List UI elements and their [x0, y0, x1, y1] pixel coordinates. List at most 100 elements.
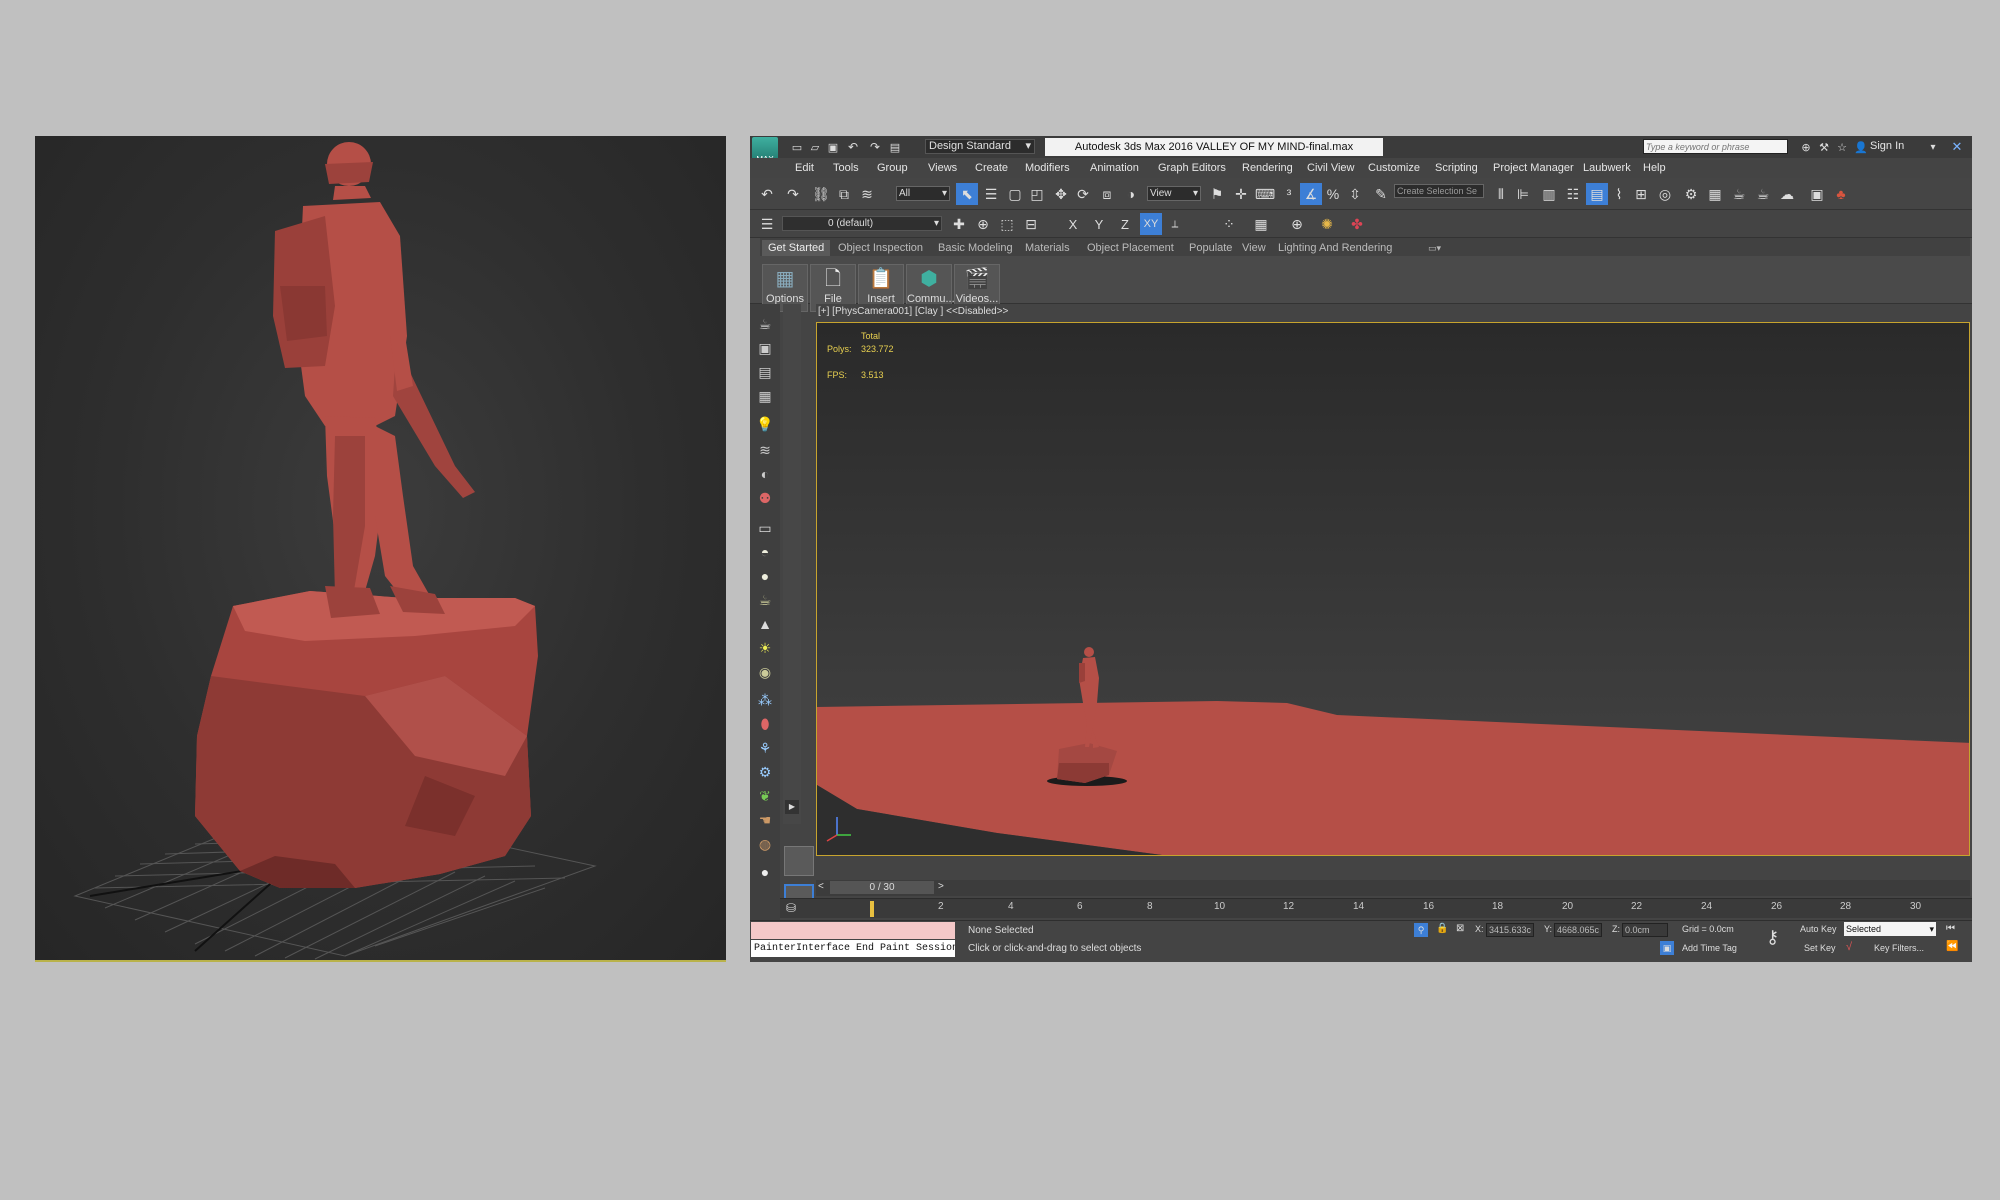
key-mode-dropdown[interactable]: Selected ▾	[1844, 922, 1936, 936]
gear-icon[interactable]: ⚙	[754, 762, 776, 782]
teapot-primitive-icon[interactable]: ☕	[754, 590, 776, 610]
angle-snap-icon[interactable]: ∡	[1300, 183, 1322, 205]
undo-icon[interactable]: ↶	[756, 183, 778, 205]
pivot-center-icon[interactable]: ⚑	[1206, 183, 1228, 205]
time-tag-icon[interactable]: ▣	[1660, 941, 1674, 955]
photo-icon[interactable]: ▣	[754, 338, 776, 358]
render-production-icon[interactable]: ☕	[1728, 183, 1750, 205]
create-layer-icon[interactable]: ✚	[948, 213, 970, 235]
keyboard-shortcut-icon[interactable]: ⌨	[1254, 183, 1276, 205]
grid-icon[interactable]: ▦	[1250, 213, 1272, 235]
key-icon[interactable]: ⚷	[1766, 927, 1779, 948]
menu-tools[interactable]: Tools	[833, 158, 859, 178]
layer-dropdown[interactable]: 0 (default) ▾	[782, 216, 942, 231]
y-coordinate-field[interactable]	[1554, 923, 1602, 937]
ribbon-options-icon[interactable]: ▭▾	[1428, 240, 1441, 256]
redo-icon[interactable]: ↷	[782, 183, 804, 205]
workspace-dropdown[interactable]: Design Standard ▾	[925, 139, 1035, 154]
menu-civil-view[interactable]: Civil View	[1307, 158, 1354, 178]
search-input[interactable]	[1643, 139, 1788, 154]
select-by-name-icon[interactable]: ☰	[980, 183, 1002, 205]
tab-object-placement[interactable]: Object Placement	[1087, 240, 1174, 256]
render-setup-icon[interactable]: ⚙	[1680, 183, 1702, 205]
film-icon[interactable]: ▦	[754, 386, 776, 406]
document-icon[interactable]: ▤	[754, 362, 776, 382]
menu-customize[interactable]: Customize	[1368, 158, 1420, 178]
plane-icon[interactable]: ▭	[754, 518, 776, 538]
add-to-layer-icon[interactable]: ⊕	[972, 213, 994, 235]
helmet-icon[interactable]: ◐	[754, 464, 776, 484]
time-marker[interactable]	[870, 901, 874, 917]
isolate-selection-icon[interactable]: ⚲	[1414, 923, 1428, 937]
spinner-snap-icon[interactable]: ⇳	[1344, 183, 1366, 205]
viewport-label[interactable]: [+] [PhysCamera001] [Clay ] <<Disabled>>	[816, 304, 1972, 320]
plant-icon[interactable]: ❦	[754, 786, 776, 806]
cone-icon[interactable]: ▲	[754, 614, 776, 634]
redo-icon[interactable]: ↷	[864, 136, 886, 158]
menu-laubwerk[interactable]: Laubwerk	[1583, 158, 1631, 178]
menu-views[interactable]: Views	[928, 158, 957, 178]
menu-help[interactable]: Help	[1643, 158, 1666, 178]
shell-icon[interactable]: ◍	[754, 834, 776, 854]
save-icon[interactable]: ▣	[822, 136, 844, 158]
particles-icon[interactable]: ⚉	[754, 488, 776, 508]
percent-snap-icon[interactable]: %	[1322, 183, 1344, 205]
dome-icon[interactable]: ◓	[754, 542, 776, 562]
key-tangent-icon[interactable]: √	[1846, 941, 1852, 953]
axis-z-button[interactable]: Z	[1114, 213, 1136, 235]
layer-manager-icon[interactable]: ☰	[756, 213, 778, 235]
snaps-grid-icon[interactable]: ⁘	[1218, 213, 1240, 235]
curve-editor-icon[interactable]: ⌇	[1608, 183, 1630, 205]
layer-explorer-icon[interactable]: ☷	[1562, 183, 1584, 205]
window-crossing-icon[interactable]: ◰	[1026, 183, 1048, 205]
time-slider-thumb[interactable]: 0 / 30	[830, 881, 934, 894]
menu-rendering[interactable]: Rendering	[1242, 158, 1293, 178]
time-slider[interactable]: < 0 / 30 >	[816, 880, 1970, 896]
mini-curve-editor-icon[interactable]: ⛁	[786, 901, 796, 915]
white-sphere-icon[interactable]: ●	[754, 862, 776, 882]
axis-y-button[interactable]: Y	[1088, 213, 1110, 235]
rendered-frame-icon[interactable]: ▦	[1704, 183, 1726, 205]
prev-frame-icon[interactable]: <	[818, 881, 824, 892]
chevron-down-icon[interactable]: ▾	[1922, 136, 1944, 158]
set-key-button[interactable]: Set Key	[1804, 943, 1836, 953]
expand-arrow-icon[interactable]: ▶	[785, 800, 799, 814]
rectangular-selection-icon[interactable]: ▢	[1004, 183, 1026, 205]
camera-viewport[interactable]: Total Polys: 323.772 FPS: 3.513	[816, 322, 1970, 856]
menu-modifiers[interactable]: Modifiers	[1025, 158, 1070, 178]
selection-filter-dropdown[interactable]: All ▾	[896, 186, 950, 201]
sphere-icon[interactable]: ●	[754, 566, 776, 586]
add-time-tag[interactable]: Add Time Tag	[1682, 943, 1737, 953]
x-coordinate-field[interactable]	[1486, 923, 1534, 937]
select-layer-objects-icon[interactable]: ⬚	[996, 213, 1018, 235]
menu-edit[interactable]: Edit	[795, 158, 814, 178]
scale-icon[interactable]: ⧈	[1096, 183, 1118, 205]
link-icon[interactable]: ⛓	[810, 183, 832, 205]
tab-populate[interactable]: Populate	[1189, 240, 1232, 256]
menu-animation[interactable]: Animation	[1090, 158, 1139, 178]
menu-project-manager[interactable]: Project Manager	[1493, 158, 1574, 178]
axis-xy-button[interactable]: XY	[1140, 213, 1162, 235]
wind-icon[interactable]: ≋	[754, 440, 776, 460]
sign-in-link[interactable]: Sign In	[1870, 140, 1904, 152]
menu-graph-editors[interactable]: Graph Editors	[1158, 158, 1226, 178]
tab-view[interactable]: View	[1242, 240, 1266, 256]
menu-scripting[interactable]: Scripting	[1435, 158, 1478, 178]
rotate-icon[interactable]: ⟳	[1072, 183, 1094, 205]
trackbar[interactable]: ⛁ 2 4 6 8 10 12 14 16 18 20 22 24 26 28 …	[780, 898, 1972, 918]
maxscript-listener[interactable]: PainterInterface End Paint Session	[751, 940, 955, 957]
bulb-icon[interactable]: 💡	[754, 414, 776, 434]
preview-viewport[interactable]	[35, 136, 726, 962]
material-ball-icon[interactable]: ◉	[754, 662, 776, 682]
previous-key-icon[interactable]: ⏪	[1946, 941, 1958, 952]
select-manipulate-icon[interactable]: ✛	[1230, 183, 1252, 205]
axis-x-button[interactable]: X	[1062, 213, 1084, 235]
select-object-icon[interactable]: ⬉	[956, 183, 978, 205]
sunlight-icon[interactable]: ✺	[1316, 213, 1338, 235]
toggle-scene-explorer-icon[interactable]: ▥	[1538, 183, 1560, 205]
named-selection-dropdown[interactable]: Create Selection Se	[1394, 184, 1484, 198]
tab-materials[interactable]: Materials	[1025, 240, 1070, 256]
capsule-icon[interactable]: ⬮	[754, 714, 776, 734]
set-current-layer-icon[interactable]: ⊟	[1020, 213, 1042, 235]
snap-toggle-icon[interactable]: ³	[1278, 183, 1300, 205]
